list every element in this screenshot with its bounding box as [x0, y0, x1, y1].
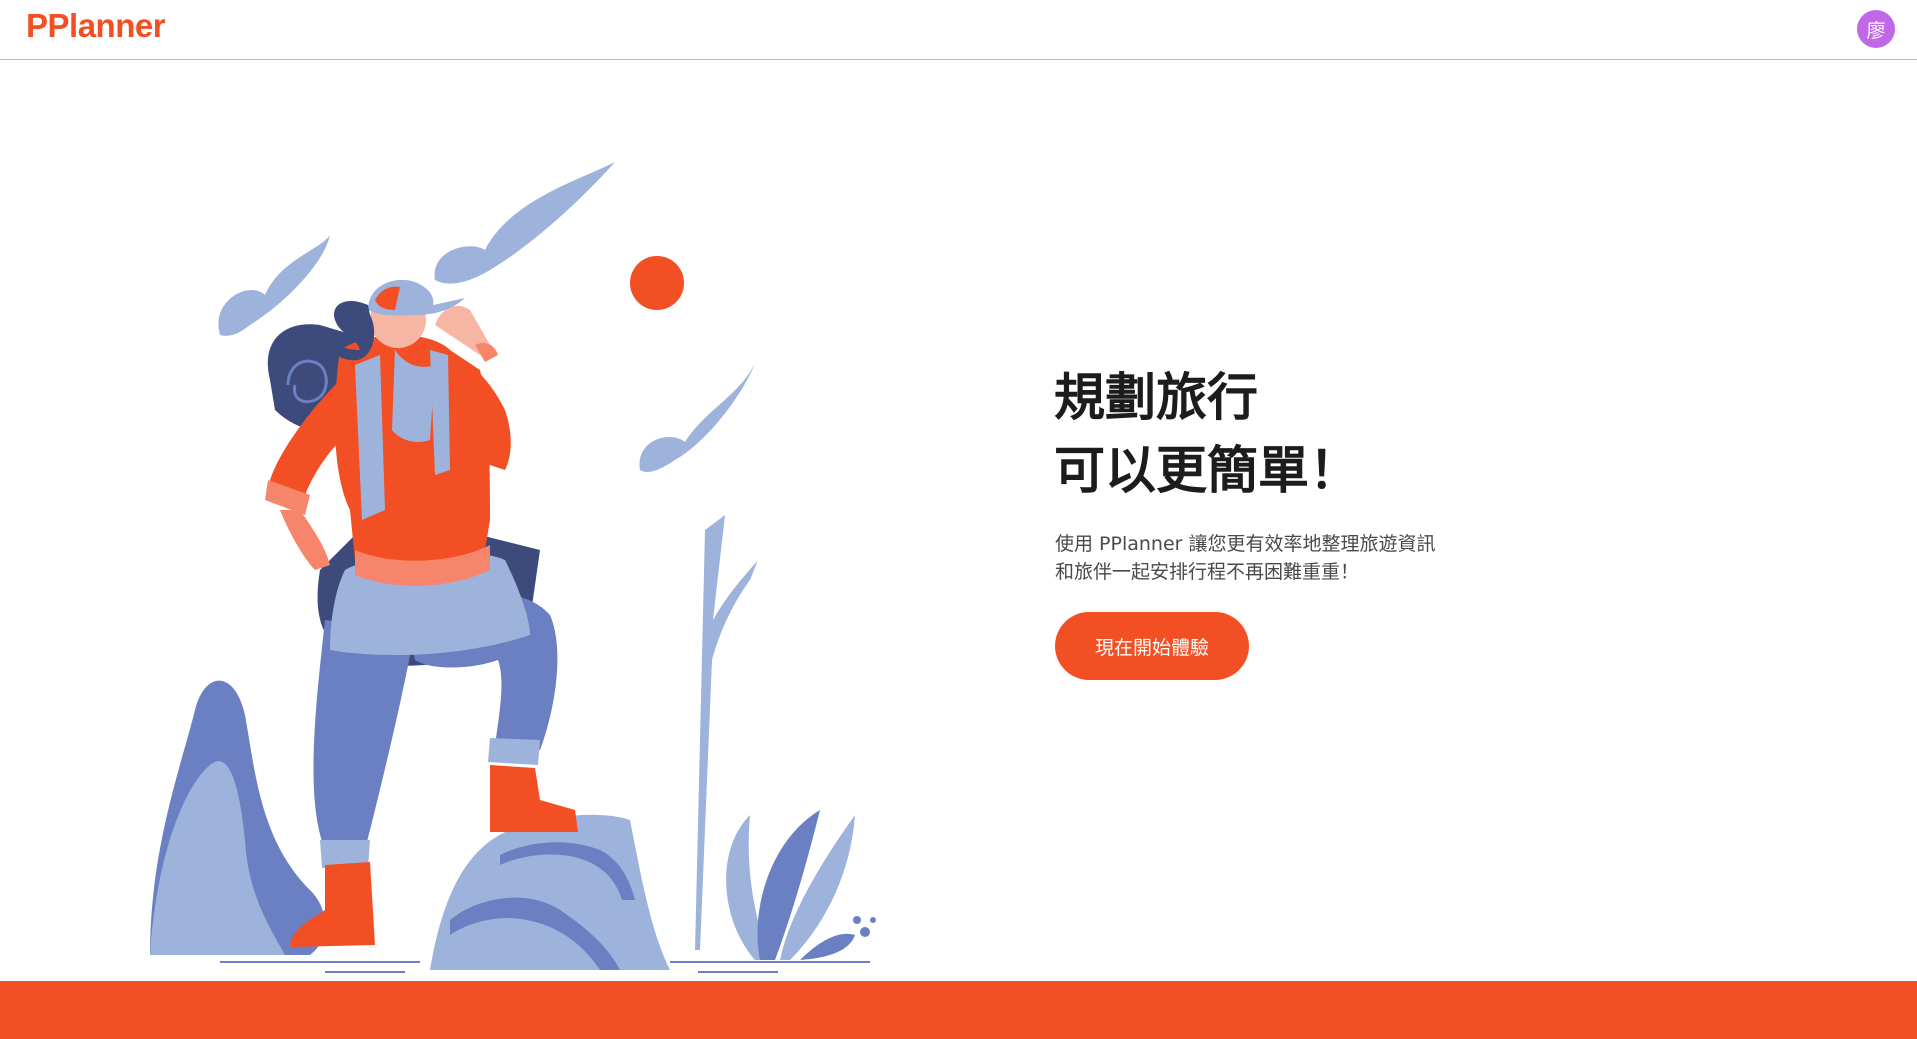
sun	[630, 256, 684, 310]
app-logo[interactable]: PPlanner	[26, 7, 166, 45]
top-navbar: PPlanner 廖	[0, 0, 1917, 60]
description-line-1: 使用 PPlanner 讓您更有效率地整理旅遊資訊	[1055, 533, 1436, 555]
boot-front	[490, 765, 578, 832]
start-now-button[interactable]: 現在開始體驗	[1055, 612, 1249, 680]
hero-description: 使用 PPlanner 讓您更有效率地整理旅遊資訊 和旅伴一起安排行程不再困難重…	[1055, 530, 1436, 586]
user-avatar[interactable]: 廖	[1857, 10, 1895, 48]
cloud-top	[434, 162, 615, 284]
description-line-2: 和旅伴一起安排行程不再困難重重！	[1055, 561, 1360, 583]
hiker-illustration	[150, 162, 876, 973]
headline-line-2: 可以更簡單！	[1054, 442, 1361, 501]
cloud-left	[218, 235, 330, 336]
rock-center	[430, 814, 670, 970]
cloud-right	[639, 363, 755, 472]
hero-headline: 規劃旅行 可以更簡單！	[1054, 362, 1360, 508]
footer-band	[0, 981, 1917, 1039]
headline-line-1: 規劃旅行	[1054, 369, 1259, 428]
